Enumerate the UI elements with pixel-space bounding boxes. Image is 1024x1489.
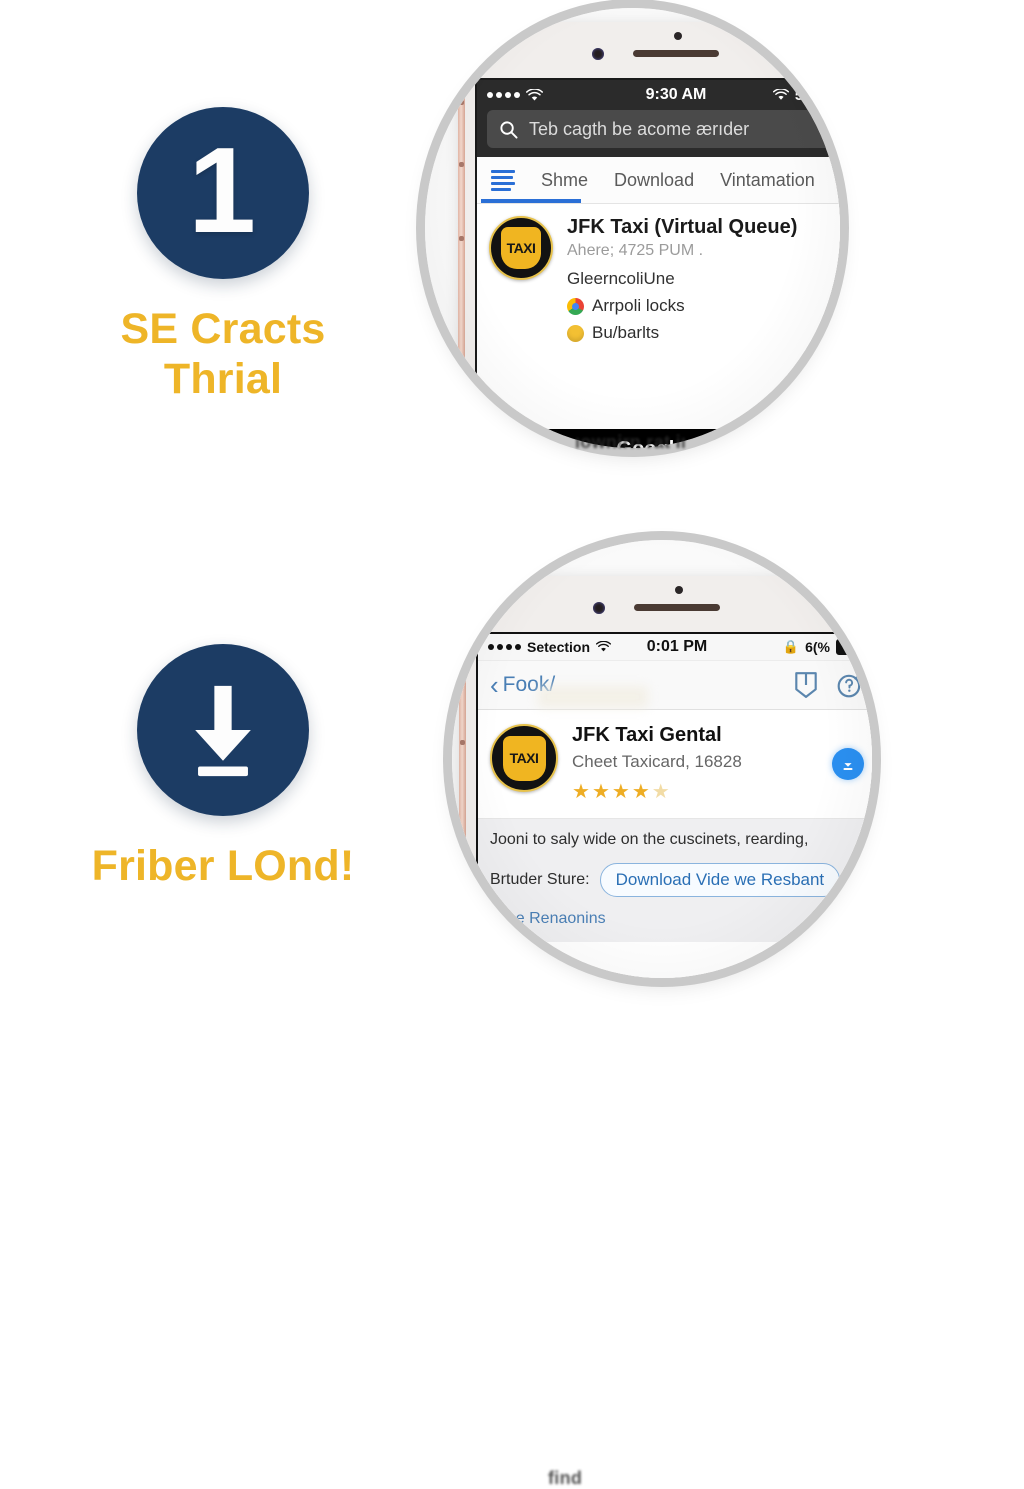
active-tab-indicator — [481, 199, 581, 203]
step-2-row: Friber LOnd! Setection 0:01 PM 🔒 6(% ‹ F… — [0, 512, 1024, 1488]
yellow-circle-icon — [567, 324, 584, 342]
result-line: GleerncoliUne — [567, 269, 675, 288]
result-item-label: Arrpoli locks — [592, 296, 685, 315]
step-number-icon: 1 — [188, 122, 256, 259]
question-circle-icon[interactable] — [836, 671, 864, 699]
phone-2-clock: 0:01 PM — [646, 638, 708, 655]
download-video-button[interactable]: Download Vide we Resbant — [599, 863, 841, 897]
lock-icon: 🔒 — [782, 639, 800, 654]
download-circle-icon[interactable] — [832, 748, 864, 780]
step-2-caption: Friber LOnd! — [92, 842, 355, 892]
download-arrow-icon — [195, 685, 251, 777]
rating-stars: ★★★★★ — [572, 779, 818, 804]
phone-1-clock: 9:30 AM — [645, 86, 707, 103]
app-description: Jooni to saly wide on the cuscinets, rea… — [490, 831, 809, 848]
download-prompt-row: Brtuder Sture: Download Vide we Resbant — [490, 863, 864, 897]
step-2-photo-circle: Setection 0:01 PM 🔒 6(% ‹ Fook/ TAXI JFK… — [452, 540, 872, 978]
app-listing-body: JFK Taxi Gental Cheet Taxicard, 16828 ★★… — [572, 724, 818, 804]
phone-2-camera-icon — [593, 602, 605, 614]
chrome-icon — [567, 297, 584, 315]
taxi-logo-icon: TAXI — [489, 216, 553, 280]
star-icon: ★ — [572, 781, 592, 803]
tab-vintamation[interactable]: Vintamation — [720, 170, 815, 191]
phone-2-earpiece-icon — [634, 604, 720, 611]
step-2-badge — [137, 644, 309, 817]
tab-shme[interactable]: Shme — [541, 170, 588, 191]
phone-1-left-rail — [458, 66, 465, 396]
phone-1-tab-bar: Shme Download Vintamation — [477, 157, 840, 204]
search-input[interactable]: Teb cagth be acome ærıder — [487, 110, 840, 148]
chevron-left-icon: ‹ — [490, 670, 499, 700]
signal-dots-icon — [488, 644, 521, 650]
battery-icon — [836, 639, 869, 655]
book-icon[interactable] — [792, 671, 820, 699]
tutorial-page: 1 SE Cracts Thrial 9:30 AM 55 % Teb cagt… — [0, 0, 1024, 1488]
phone-2-battery-percent: 6(% — [805, 639, 830, 655]
download-glyph-icon — [843, 757, 853, 771]
step-1-left: 1 SE Cracts Thrial — [28, 0, 418, 512]
battery-icon — [835, 87, 840, 103]
redaction-blur — [538, 686, 648, 708]
phone-2-sensor-icon — [675, 586, 683, 594]
result-item-label: Bu/barlts — [592, 323, 660, 342]
step-1-caption-line1: SE Cracts — [120, 305, 326, 354]
search-result-item[interactable]: TAXI JFK Taxi (Virtual Queue) Ahere; 472… — [477, 204, 840, 351]
phone-1-search-area: Teb cagth be acome ærıder — [477, 110, 840, 157]
taxi-logo-icon: TAXI — [490, 724, 558, 792]
phone-2-scene: Setection 0:01 PM 🔒 6(% ‹ Fook/ TAXI JFK… — [452, 540, 872, 978]
result-title: JFK Taxi (Virtual Queue) — [567, 216, 798, 238]
search-result-body: JFK Taxi (Virtual Queue) Ahere; 4725 PUM… — [567, 216, 840, 343]
hamburger-menu-icon[interactable] — [491, 169, 515, 191]
star-icon: ★ — [631, 781, 652, 803]
result-list-item[interactable]: Arrpoli locks — [567, 296, 840, 316]
tab-download[interactable]: Download — [614, 170, 694, 191]
more-info-link[interactable]: mine Renaonins — [490, 910, 864, 928]
taxi-logo-text: TAXI — [506, 240, 536, 256]
star-icon-empty: ★ — [651, 781, 672, 803]
phone-1-scene: 9:30 AM 55 % Teb cagth be acome ærıder S… — [425, 8, 840, 448]
carrier-label: Setection — [527, 639, 591, 655]
phone-2-device: Setection 0:01 PM 🔒 6(% ‹ Fook/ TAXI JFK… — [459, 576, 872, 978]
star-icon: ★ — [591, 781, 612, 803]
wifi-icon — [526, 88, 543, 101]
signal-dots-icon — [487, 92, 520, 98]
step-2-left: Friber LOnd! — [28, 512, 418, 1024]
phone-2-left-rail — [459, 620, 466, 950]
search-icon — [500, 120, 518, 139]
result-subtitle: Ahere; 4725 PUM . — [567, 242, 704, 259]
step-1-photo-circle: 9:30 AM 55 % Teb cagth be acome ærıder S… — [425, 8, 840, 448]
step-1-badge: 1 — [137, 107, 309, 280]
wifi-icon-right — [772, 89, 789, 100]
phone-2-screen: Setection 0:01 PM 🔒 6(% ‹ Fook/ TAXI JFK… — [476, 632, 872, 978]
step-1-row: 1 SE Cracts Thrial 9:30 AM 55 % Teb cagt… — [0, 0, 1024, 512]
result-list-item[interactable]: Bu/barlts — [567, 323, 840, 343]
phone-1-earpiece-icon — [633, 50, 719, 57]
app-title: JFK Taxi Gental — [572, 724, 722, 746]
step-1-caption-line2: Thrial — [163, 355, 283, 403]
step-1-spill-text: ıownirn rat iı — [575, 432, 687, 452]
step-2-caption-line1: Friber LOnd! — [91, 842, 355, 891]
phone-1-device: 9:30 AM 55 % Teb cagth be acome ærıder S… — [458, 22, 840, 448]
phone-1-sensor-icon — [674, 32, 682, 40]
search-query-text: Teb cagth be acome ærıder — [529, 118, 750, 139]
app-info-pane: Jooni to saly wide on the cuscinets, rea… — [478, 819, 872, 942]
taxi-logo-text: TAXI — [509, 750, 539, 766]
star-icon: ★ — [611, 781, 632, 803]
phone-1-battery-percent: 55 % — [794, 86, 830, 104]
app-listing-row[interactable]: TAXI JFK Taxi Gental Cheet Taxicard, 168… — [478, 710, 872, 819]
step-2-spill-text: find — [548, 1468, 583, 1488]
phone-2-status-bar: Setection 0:01 PM 🔒 6(% — [478, 634, 872, 661]
phone-1-camera-icon — [592, 48, 604, 60]
phone-1-screen: 9:30 AM 55 % Teb cagth be acome ærıder S… — [475, 78, 840, 448]
download-prompt-label: Brtuder Sture: — [490, 871, 590, 888]
step-1-caption: SE Cracts Thrial — [121, 305, 326, 405]
wifi-icon — [596, 641, 612, 652]
app-subtitle: Cheet Taxicard, 16828 — [572, 752, 742, 771]
phone-1-status-bar: 9:30 AM 55 % — [477, 80, 840, 110]
